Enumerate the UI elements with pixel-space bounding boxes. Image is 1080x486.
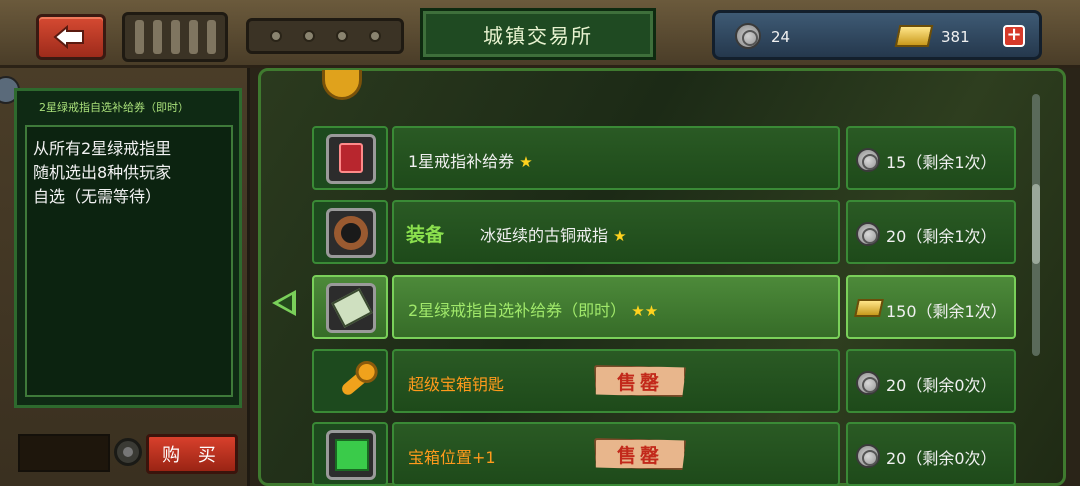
green-ticket-icon xyxy=(331,288,373,328)
item-name-text: 冰延续的古铜戒指 xyxy=(480,226,609,245)
grille-bar xyxy=(206,20,216,54)
star-rating: ★ xyxy=(613,227,627,245)
item-name-cell[interactable]: 2星绿戒指自选补给券（即时） ★★ xyxy=(392,275,840,339)
description-frame: 2星绿戒指自选补给券（即时） 从所有2星绿戒指里 随机选出8种供玩家 自选（无需… xyxy=(14,88,242,408)
bolts-panel xyxy=(246,18,404,54)
key-icon xyxy=(339,368,371,398)
buy-button[interactable]: 购 买 xyxy=(146,434,238,474)
add-currency-button[interactable]: + xyxy=(1003,25,1025,47)
gold-bar-icon xyxy=(894,25,934,47)
item-icon-cell xyxy=(312,126,388,190)
sold-out-badge: 售罄 xyxy=(594,365,686,397)
coin-count: 24 xyxy=(771,28,791,46)
item-detail-panel: 2星绿戒指自选补给券（即时） 从所有2星绿戒指里 随机选出8种供玩家 自选（无需… xyxy=(0,68,250,486)
selected-item-title: 2星绿戒指自选补给券（即时） xyxy=(39,101,189,114)
item-name-cell[interactable]: 宝箱位置+1 售罄 xyxy=(392,422,840,486)
item-name-cell[interactable]: 超级宝箱钥匙 售罄 xyxy=(392,349,840,413)
item-price: 20（剩余0次） xyxy=(886,376,997,395)
item-price: 20（剩余0次） xyxy=(886,449,997,468)
item-frame xyxy=(326,283,376,333)
selection-arrow-icon xyxy=(272,290,296,316)
currency-display: 24 381 + xyxy=(712,10,1042,60)
coin-icon xyxy=(856,148,880,172)
item-frame xyxy=(326,430,376,480)
back-arrow-icon xyxy=(53,25,84,49)
item-name-cell[interactable]: 装备 冰延续的古铜戒指 ★ xyxy=(392,200,840,264)
item-price-cell[interactable]: 150（剩余1次） xyxy=(846,275,1016,339)
menu-grille[interactable] xyxy=(122,12,228,62)
item-icon-cell xyxy=(312,200,388,264)
gold-count: 381 xyxy=(941,28,970,46)
map-icon xyxy=(335,439,369,471)
grille-bar xyxy=(134,20,144,54)
item-price-cell[interactable]: 15（剩余1次） xyxy=(846,126,1016,190)
item-price-cell[interactable]: 20（剩余1次） xyxy=(846,200,1016,264)
item-price: 20（剩余1次） xyxy=(886,227,997,246)
lock-icon[interactable] xyxy=(114,438,142,466)
bolt-icon xyxy=(302,30,315,42)
grille-bar xyxy=(152,20,162,54)
item-icon-cell xyxy=(312,422,388,486)
bolt-icon xyxy=(335,30,348,42)
back-button[interactable] xyxy=(36,14,106,60)
shop-item-row[interactable]: 宝箱位置+1 售罄 20（剩余0次） xyxy=(312,422,1016,486)
item-price-cell[interactable]: 20（剩余0次） xyxy=(846,422,1016,486)
item-name: 2星绿戒指自选补给券（即时） ★★ xyxy=(408,297,658,321)
item-name: 超级宝箱钥匙 xyxy=(408,375,505,394)
bolt-icon xyxy=(269,30,282,42)
item-price: 150（剩余1次） xyxy=(886,302,1007,321)
item-frame xyxy=(326,134,376,184)
sold-out-badge: 售罄 xyxy=(594,438,686,470)
top-bar: 城镇交易所 24 381 + xyxy=(0,0,1080,68)
item-name: 冰延续的古铜戒指 ★ xyxy=(480,222,627,246)
shop-item-row-selected[interactable]: 2星绿戒指自选补给券（即时） ★★ 150（剩余1次） xyxy=(312,275,1016,339)
item-icon-cell xyxy=(312,349,388,413)
item-name: 1星戒指补给券 ★ xyxy=(408,148,533,172)
bolt-icon xyxy=(368,30,381,42)
item-price-cell[interactable]: 20（剩余0次） xyxy=(846,349,1016,413)
coin-icon xyxy=(856,444,880,468)
shop-item-row[interactable]: 超级宝箱钥匙 售罄 20（剩余0次） xyxy=(312,349,1016,413)
item-name-text: 1星戒指补给券 xyxy=(408,152,515,171)
item-description: 从所有2星绿戒指里 随机选出8种供玩家 自选（无需等待） xyxy=(25,125,233,397)
coin-icon xyxy=(735,23,761,49)
grille-bar xyxy=(170,20,180,54)
coin-icon xyxy=(856,371,880,395)
item-name: 宝箱位置+1 xyxy=(408,448,496,467)
scrollbar-thumb[interactable] xyxy=(1032,184,1040,264)
item-name-text: 2星绿戒指自选补给券（即时） xyxy=(408,301,627,320)
red-ticket-icon xyxy=(339,143,363,173)
shop-item-row[interactable]: 装备 冰延续的古铜戒指 ★ 20（剩余1次） xyxy=(312,200,1016,264)
grille-bar xyxy=(188,20,198,54)
star-rating: ★★ xyxy=(631,302,659,320)
equipment-tag: 装备 xyxy=(406,224,445,246)
shop-item-row[interactable]: 1星戒指补给券 ★ 15（剩余1次） xyxy=(312,126,1016,190)
coin-icon xyxy=(856,222,880,246)
star-rating: ★ xyxy=(519,153,533,171)
bronze-ring-icon xyxy=(334,216,368,250)
gold-bar-icon xyxy=(854,299,884,317)
item-frame xyxy=(326,208,376,258)
item-name-cell[interactable]: 1星戒指补给券 ★ xyxy=(392,126,840,190)
item-icon-cell xyxy=(312,275,388,339)
page-title: 城镇交易所 xyxy=(420,8,656,60)
quantity-slot xyxy=(18,434,110,472)
item-price: 15（剩余1次） xyxy=(886,153,997,172)
